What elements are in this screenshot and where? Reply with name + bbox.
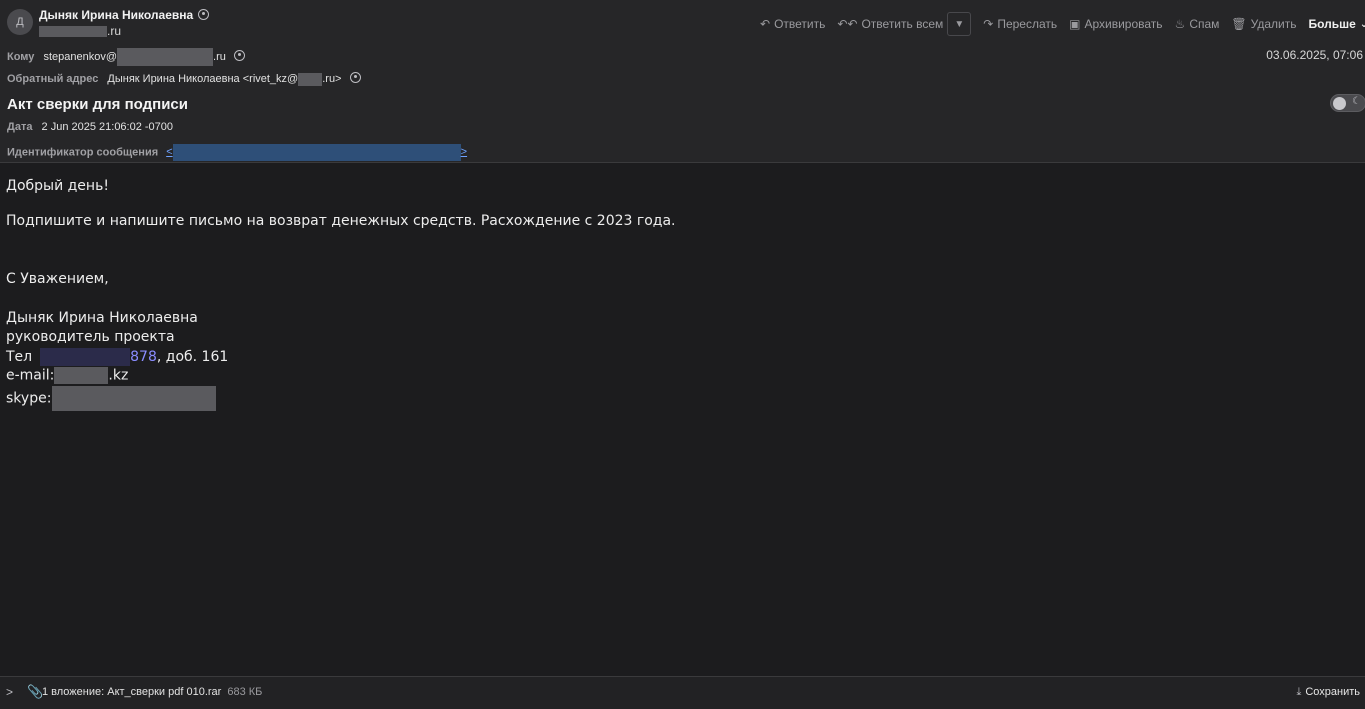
toggle-knob (1333, 97, 1346, 110)
forward-button[interactable]: ↷ Переслать (983, 17, 1057, 31)
date-row: Дата 2 Jun 2025 21:06:02 -0700 (7, 121, 173, 133)
skype-label: skype: (6, 390, 52, 407)
redacted-text (40, 348, 131, 366)
redacted-text (172, 144, 461, 161)
message-header: Д Дыняк Ирина Николаевна .ru ↶ Ответить ↶… (0, 0, 1365, 163)
sender-name[interactable]: Дыняк Ирина Николаевна (39, 8, 210, 22)
more-label: Больше (1308, 17, 1356, 31)
reply-options-button[interactable]: ▼ (947, 12, 972, 36)
to-label: Кому (7, 50, 35, 63)
reply-all-label: Ответить всем (861, 17, 944, 31)
phone-link[interactable]: 878 (130, 349, 157, 365)
attachment-name: 1 вложение: Акт_сверки pdf 010.rar (42, 686, 222, 698)
reply-to-label: Обратный адрес (7, 73, 99, 85)
reply-icon: ↶ (760, 17, 771, 31)
message-id-row: Идентификатор сообщения < > (7, 144, 467, 161)
reply-label: Ответить (774, 17, 826, 31)
archive-label: Архивировать (1084, 17, 1163, 31)
archive-icon: ▣ (1069, 17, 1081, 31)
attachment-item[interactable]: 1 вложение: Акт_сверки pdf 010.rar 683 КБ (42, 686, 262, 698)
email-label: e-mail: (6, 367, 55, 384)
message-toolbar: ↶ Ответить ↶↶ Ответить всем ▼ ↷ Переслать ▣… (760, 12, 1365, 36)
email-suffix: .kz (108, 367, 129, 384)
reply-all-button[interactable]: ↶↶ Ответить всем (837, 17, 943, 31)
signature-phone: Тел 878, доб. 161 (6, 348, 228, 366)
body-line: Подпишите и напишите письмо на возврат д… (6, 213, 676, 229)
phone-ext: , доб. 161 (156, 349, 229, 365)
delete-label: Удалить (1250, 17, 1297, 31)
message-id-link[interactable]: < > (161, 144, 468, 161)
save-button[interactable]: ⤓ Сохранить (1296, 686, 1360, 699)
signature-title: руководитель проекта (6, 329, 175, 345)
received-date: 03.06.2025, 07:06 (1266, 48, 1363, 62)
phone-label: Тел (6, 349, 33, 365)
contact-icon[interactable] (349, 72, 361, 83)
message-id-label: Идентификатор сообщения (7, 146, 159, 159)
to-row: Кому stepanenkov@ .ru (7, 48, 245, 66)
sender-email-suffix: .ru (107, 24, 122, 38)
more-button[interactable]: Больше ⌄ (1308, 17, 1365, 31)
reply-to-row: Обратный адрес Дыняк Ирина Николаевна <r… (7, 72, 361, 86)
greeting: Добрый день! (6, 178, 109, 194)
sender-email[interactable]: .ru (39, 24, 121, 38)
download-icon: ⤓ (1296, 686, 1302, 698)
paperclip-icon: 📎 (27, 684, 44, 699)
moon-icon: ☾ (1352, 96, 1361, 107)
reply-all-icon: ↶↶ (837, 17, 858, 31)
sender-name-text: Дыняк Ирина Николаевна (39, 8, 194, 22)
attachment-bar: > 📎 1 вложение: Акт_сверки pdf 010.rar 68… (0, 676, 1365, 709)
contact-icon[interactable] (233, 49, 245, 61)
attachment-size: 683 КБ (227, 686, 263, 698)
reply-to-suffix: .ru> (322, 73, 342, 85)
to-prefix: stepanenkov@ (43, 50, 118, 63)
redacted-text (298, 72, 323, 86)
save-label: Сохранить (1305, 686, 1360, 698)
chevron-down-icon: ▼ (954, 18, 965, 30)
redacted-text (39, 26, 107, 38)
message-id-close: > (460, 146, 468, 159)
trash-icon: 🗑 (1231, 17, 1247, 31)
dark-mode-toggle[interactable]: ☾ (1330, 94, 1365, 112)
redacted-text (54, 367, 109, 384)
contact-icon[interactable] (198, 9, 210, 20)
message-subject: Акт сверки для подписи (7, 96, 188, 113)
redacted-text (117, 48, 214, 66)
flame-icon: ♨ (1174, 17, 1186, 31)
forward-icon: ↷ (983, 17, 994, 31)
spam-button[interactable]: ♨ Спам (1175, 17, 1220, 31)
signature-skype: skype: (6, 386, 217, 411)
chevron-right-icon[interactable]: > (6, 685, 13, 699)
chevron-down-icon: ⌄ (1359, 18, 1365, 30)
archive-button[interactable]: ▣ Архивировать (1069, 17, 1162, 31)
sender-avatar[interactable]: Д (7, 9, 33, 35)
closing: С Уважением, (6, 271, 109, 287)
delete-button[interactable]: 🗑 Удалить (1231, 17, 1296, 31)
forward-label: Переслать (997, 17, 1058, 31)
reply-button[interactable]: ↶ Ответить (760, 17, 825, 31)
redacted-text (52, 386, 217, 411)
reply-to-address[interactable]: Дыняк Ирина Николаевна <rivet_kz@ .ru> (107, 72, 342, 86)
date-label: Дата (7, 121, 33, 133)
to-suffix: .ru (213, 50, 226, 63)
signature-email: e-mail: .kz (6, 367, 128, 384)
spam-label: Спам (1189, 17, 1220, 31)
to-address[interactable]: stepanenkov@ .ru (43, 48, 226, 66)
date-value: 2 Jun 2025 21:06:02 -0700 (41, 121, 174, 133)
reply-to-prefix: Дыняк Ирина Николаевна <rivet_kz@ (107, 73, 299, 85)
signature-name: Дыняк Ирина Николаевна (6, 310, 198, 326)
